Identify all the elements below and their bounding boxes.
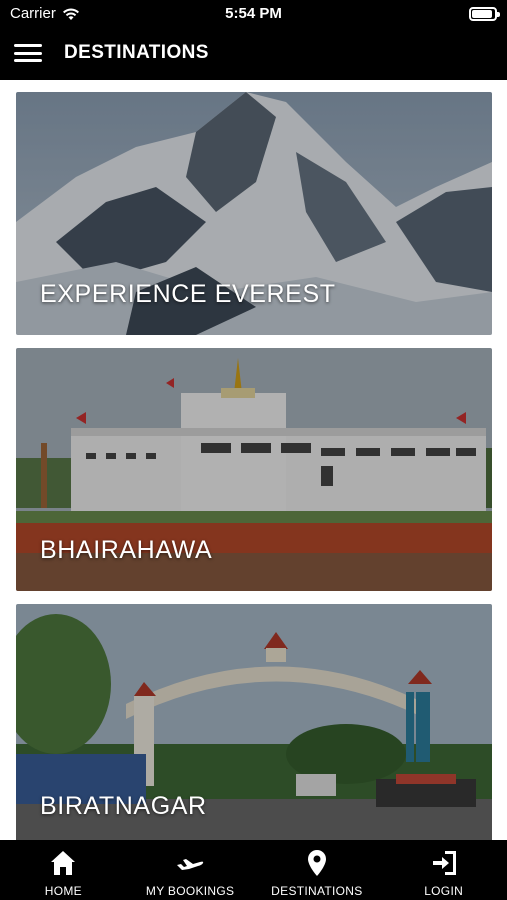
destination-title: EXPERIENCE EVEREST [40,280,336,308]
tab-label: DESTINATIONS [271,884,363,898]
battery-icon [469,7,500,21]
page-title: DESTINATIONS [64,42,209,63]
battery-level-fill [472,10,492,18]
tab-label: LOGIN [424,884,464,898]
tab-label: MY BOOKINGS [145,884,235,898]
status-bar: Carrier 5:54 PM [0,0,507,28]
hamburger-menu-icon[interactable] [14,41,42,65]
destinations-list[interactable]: EXPERIENCE EVEREST BHAIRAHAWA BIRATNAGAR [0,80,507,840]
tab-label: HOME [44,884,82,898]
menu-line [14,44,42,47]
tab-login[interactable]: LOGIN [380,840,507,900]
bottom-tab-bar: HOME MY BOOKINGS DESTINATIONS LOGIN [0,840,507,900]
status-time: 5:54 PM [225,5,282,22]
home-icon [51,851,76,875]
tab-destinations[interactable]: DESTINATIONS [254,840,381,900]
destination-card-everest[interactable]: EXPERIENCE EVEREST [16,92,492,335]
tab-home[interactable]: HOME [0,840,127,900]
destination-title: BHAIRAHAWA [40,536,213,564]
login-icon [432,851,456,875]
menu-line [14,59,42,62]
menu-line [14,51,42,55]
navigation-bar: DESTINATIONS [0,28,507,80]
destination-card-biratnagar[interactable]: BIRATNAGAR [16,604,492,840]
tab-my-bookings[interactable]: MY BOOKINGS [127,840,254,900]
destination-card-bhairahawa[interactable]: BHAIRAHAWA [16,348,492,591]
airplane-icon [177,859,204,870]
location-pin-icon [307,850,326,876]
destination-title: BIRATNAGAR [40,792,207,820]
